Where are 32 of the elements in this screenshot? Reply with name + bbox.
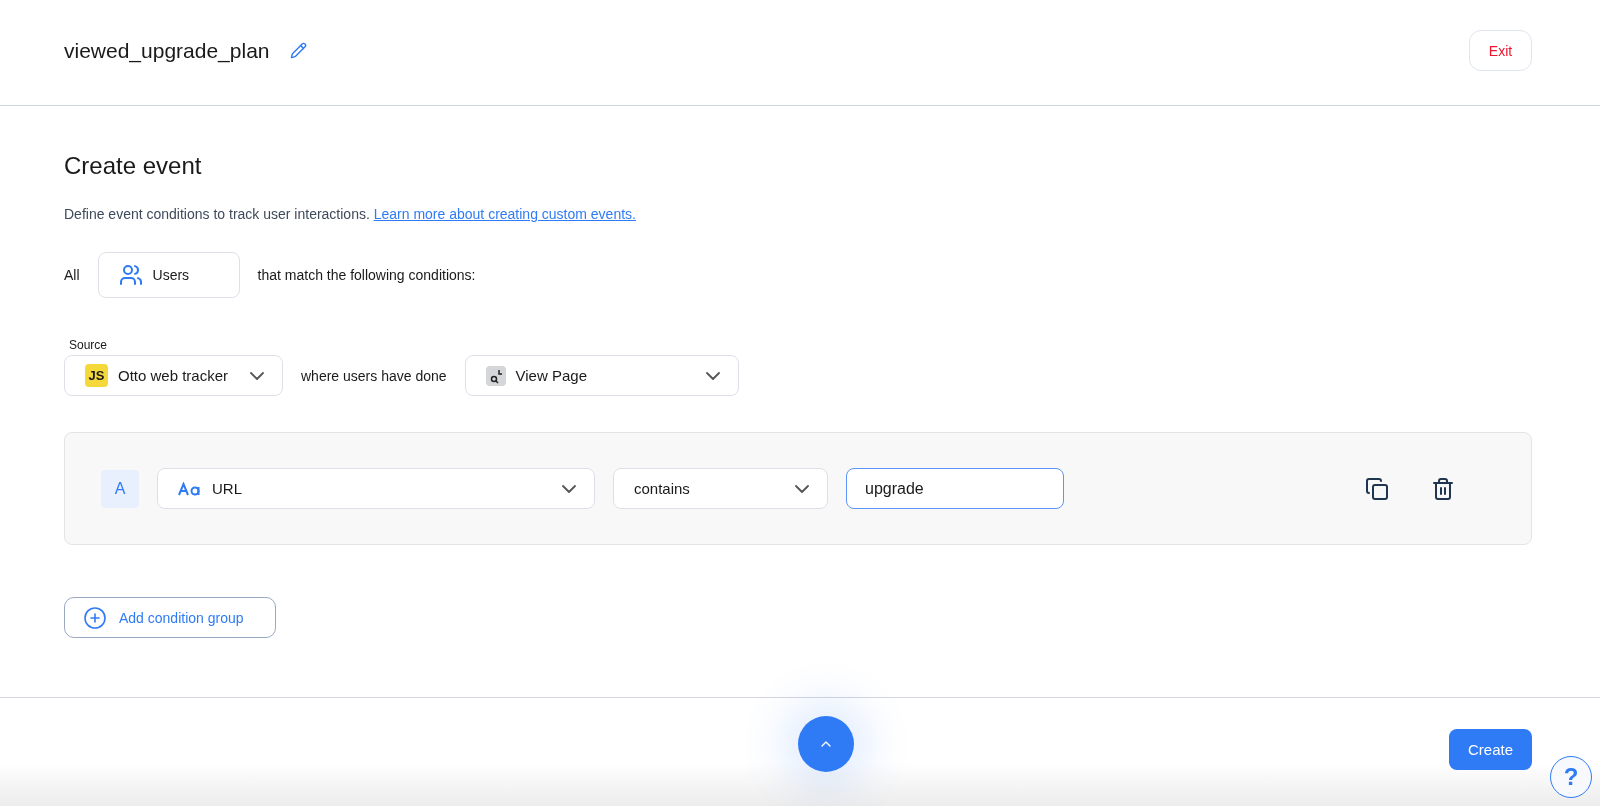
operator-select[interactable]: contains — [613, 468, 828, 509]
js-badge-icon: JS — [85, 364, 108, 387]
property-select[interactable]: URL — [157, 468, 595, 509]
learn-more-link[interactable]: Learn more about creating custom events. — [373, 206, 636, 222]
delete-icon[interactable] — [1431, 476, 1455, 501]
scroll-up-button[interactable] — [798, 716, 854, 772]
add-condition-group-button[interactable]: Add condition group — [64, 597, 276, 638]
page-icon — [485, 365, 506, 386]
chevron-down-icon — [795, 484, 809, 493]
audience-selector[interactable]: Users — [97, 252, 240, 298]
exit-button[interactable]: Exit — [1469, 30, 1532, 71]
connector-text: where users have done — [301, 367, 447, 384]
edit-icon[interactable] — [289, 42, 307, 59]
audience-suffix: that match the following conditions: — [257, 267, 476, 283]
audience-prefix: All — [64, 267, 80, 283]
event-name: viewed_upgrade_plan — [64, 38, 270, 63]
page-heading: Create event — [64, 152, 203, 180]
value-input[interactable]: upgrade — [846, 468, 1064, 509]
source-label: Source — [69, 338, 109, 352]
chevron-down-icon — [705, 371, 720, 380]
users-icon — [118, 263, 143, 287]
event-select[interactable]: View Page — [464, 355, 739, 396]
group-letter: A — [101, 469, 139, 508]
text-type-icon — [178, 481, 202, 496]
description-text: Define event conditions to track user interactions. Learn more about creating custom events. — [64, 206, 637, 222]
copy-icon[interactable] — [1365, 476, 1389, 501]
source-select[interactable]: JS Otto web tracker — [64, 355, 283, 396]
chevron-down-icon — [250, 371, 264, 380]
create-button[interactable]: Create — [1449, 728, 1532, 770]
plus-circle-icon — [83, 605, 107, 630]
chevron-down-icon — [562, 484, 576, 493]
help-button[interactable]: ? — [1550, 756, 1592, 798]
